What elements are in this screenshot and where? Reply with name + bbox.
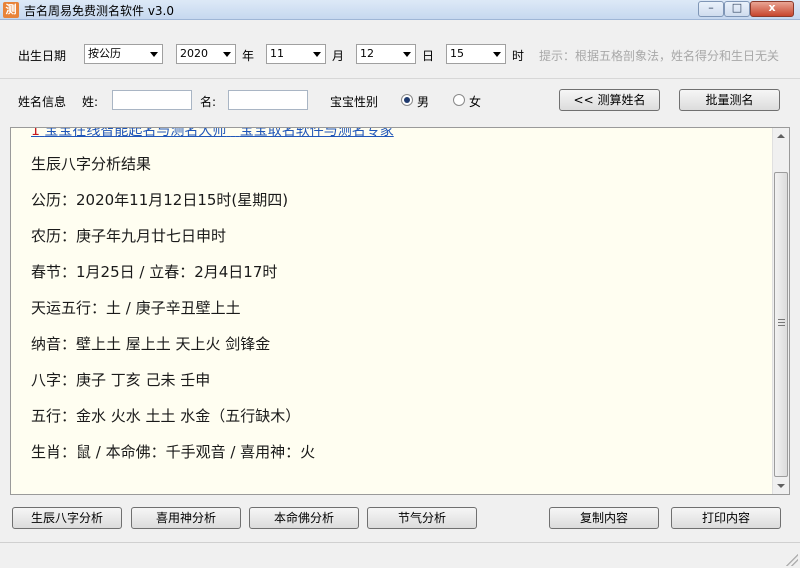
surname-input[interactable] [112, 90, 192, 110]
result-line: 八字：庚子 丁亥 己未 壬申 [31, 371, 211, 389]
chevron-down-icon [223, 52, 231, 57]
surname-label: 姓: [82, 95, 99, 109]
scroll-up-icon[interactable] [773, 128, 789, 145]
ad-link-2[interactable]: 宝宝取名软件与测名专家 [240, 128, 394, 139]
scrollbar-thumb[interactable] [774, 172, 788, 477]
day-select-value: 12 [360, 47, 374, 60]
year-select-value: 2020 [180, 47, 208, 60]
close-icon: x [768, 1, 776, 14]
day-unit: 日 [422, 49, 435, 63]
close-button[interactable]: x [750, 1, 794, 17]
maximize-icon: □ [731, 1, 743, 14]
day-select[interactable]: 12 [356, 44, 416, 64]
ad-banner[interactable]: 1 宝宝在线智能起名与测名大师 宝宝取名软件与测名专家 [31, 127, 394, 140]
chevron-down-icon [313, 52, 321, 57]
scroll-down-icon[interactable] [773, 477, 789, 494]
window-title: 吉名周易免费测名软件 v3.0 [24, 4, 175, 18]
chevron-down-icon [403, 52, 411, 57]
gender-female-radio[interactable] [453, 94, 465, 106]
chevron-down-icon [493, 52, 501, 57]
grip-icon [778, 319, 785, 327]
hour-unit: 时 [512, 49, 525, 63]
batch-name-button[interactable]: 批量测名 [679, 89, 780, 111]
birth-date-label: 出生日期 [18, 49, 67, 63]
gender-male-radio[interactable] [401, 94, 413, 106]
maximize-button[interactable]: □ [724, 1, 750, 17]
divider [0, 78, 800, 79]
year-unit: 年 [242, 49, 255, 63]
calendar-select[interactable]: 按公历 [84, 44, 163, 64]
benming-analysis-button[interactable]: 本命佛分析 [249, 507, 359, 529]
result-line: 农历：庚子年九月廿七日申时 [31, 227, 227, 245]
xiyong-analysis-button[interactable]: 喜用神分析 [131, 507, 241, 529]
month-select[interactable]: 11 [266, 44, 326, 64]
ad-prefix: 1 [31, 127, 40, 139]
result-line: 公历：2020年11月12日15时(星期四) [31, 191, 289, 209]
month-select-value: 11 [270, 47, 284, 60]
result-line: 生肖：鼠 / 本命佛：千手观音 / 喜用神：火 [31, 443, 316, 461]
result-line: 天运五行：土 / 庚子辛丑壁上土 [31, 299, 241, 317]
print-content-button[interactable]: 打印内容 [671, 507, 781, 529]
hour-select[interactable]: 15 [446, 44, 506, 64]
result-line: 春节：1月25日 / 立春：2月4日17时 [31, 263, 278, 281]
gender-label: 宝宝性别 [330, 95, 379, 109]
result-line: 五行：金水 火水 土土 水金（五行缺木） [31, 407, 301, 425]
resize-grip-icon[interactable] [786, 554, 798, 566]
hour-select-value: 15 [450, 47, 464, 60]
title-bar: 测 吉名周易免费测名软件 v3.0 – □ x [0, 0, 800, 20]
ad-link-1[interactable]: 宝宝在线智能起名与测名大师 [44, 128, 226, 139]
copy-content-button[interactable]: 复制内容 [549, 507, 659, 529]
year-select[interactable]: 2020 [176, 44, 236, 64]
result-panel: 1 宝宝在线智能起名与测名大师 宝宝取名软件与测名专家 生辰八字分析结果 公历：… [10, 127, 790, 495]
month-unit: 月 [332, 49, 345, 63]
bazi-analysis-button[interactable]: 生辰八字分析 [12, 507, 122, 529]
name-info-label: 姓名信息 [18, 95, 67, 109]
calculate-name-button[interactable]: << 测算姓名 [559, 89, 660, 111]
chevron-down-icon [150, 52, 158, 57]
jieqi-analysis-button[interactable]: 节气分析 [367, 507, 477, 529]
result-line: 纳音：壁上土 屋上土 天上火 剑锋金 [31, 335, 271, 353]
result-line: 生辰八字分析结果 [31, 155, 152, 173]
app-icon: 测 [3, 2, 19, 18]
vertical-scrollbar[interactable] [772, 128, 789, 494]
calendar-select-value: 按公历 [88, 47, 121, 60]
gender-female-label: 女 [469, 95, 482, 109]
minimize-icon: – [708, 1, 714, 14]
status-bar [0, 542, 800, 568]
given-name-input[interactable] [228, 90, 308, 110]
minimize-button[interactable]: – [698, 1, 724, 17]
given-name-label: 名: [200, 95, 217, 109]
gender-male-label: 男 [417, 95, 430, 109]
hint-text: 提示：根据五格剖象法，姓名得分和生日无关 [539, 49, 780, 63]
